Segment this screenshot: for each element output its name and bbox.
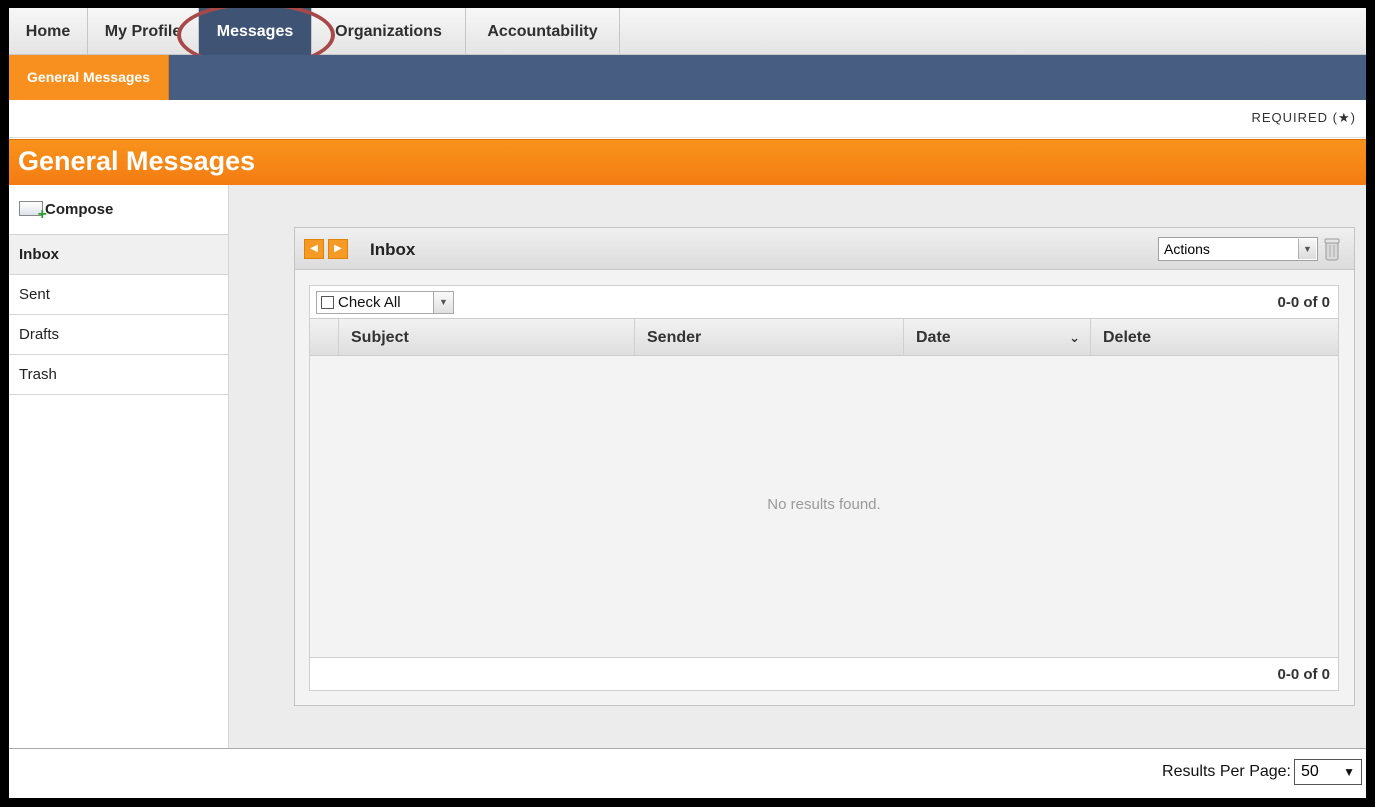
subtab-general-messages[interactable]: General Messages — [9, 55, 169, 100]
tab-organizations[interactable]: Organizations — [312, 8, 466, 55]
check-all-label: Check All — [338, 294, 401, 311]
select-column-header — [310, 319, 338, 356]
tab-messages[interactable]: Messages — [199, 8, 312, 55]
results-per-page-value: 50 — [1301, 763, 1319, 780]
tab-home[interactable]: Home — [9, 8, 88, 55]
page-title: General Messages — [18, 146, 256, 176]
compose-icon — [19, 201, 47, 223]
sidebar-item-sent[interactable]: Sent — [9, 275, 228, 315]
panel-header: ◀ ▶ Inbox Actions ▼ — [295, 228, 1354, 270]
column-delete[interactable]: Delete — [1090, 319, 1338, 356]
check-all-control[interactable]: Check All ▼ — [316, 291, 454, 314]
column-sender[interactable]: Sender — [634, 319, 903, 356]
arrow-right-icon[interactable]: ▶ — [328, 239, 348, 259]
page-title-bar: General Messages — [9, 139, 1366, 185]
chevron-down-icon[interactable]: ▼ — [433, 292, 453, 313]
results-per-page-select[interactable]: 50 ▼ — [1294, 759, 1362, 785]
results-per-page-label: Results Per Page: — [1162, 763, 1291, 780]
sidebar-item-trash[interactable]: Trash — [9, 355, 228, 395]
chevron-down-icon: ▼ — [1298, 239, 1316, 259]
compose-label: Compose — [45, 201, 114, 218]
main-content: ◀ ▶ Inbox Actions ▼ Check All ▼ 0-0 of 0… — [229, 185, 1366, 748]
checkbox-icon[interactable] — [321, 296, 334, 309]
empty-message: No results found. — [767, 496, 881, 513]
sidebar-item-inbox[interactable]: Inbox — [9, 235, 228, 275]
table-header: Subject Sender Date ⌄ Delete — [310, 318, 1338, 356]
column-subject[interactable]: Subject — [338, 319, 634, 356]
required-note: REQUIRED (★) — [1251, 110, 1356, 125]
compose-button[interactable]: Compose — [9, 185, 228, 235]
column-date-label: Date — [916, 329, 951, 346]
message-table: Check All ▼ 0-0 of 0 Subject Sender Date… — [309, 285, 1339, 691]
chevron-down-icon: ▼ — [1343, 765, 1355, 779]
tab-accountability[interactable]: Accountability — [466, 8, 620, 55]
actions-label: Actions — [1164, 241, 1210, 257]
inbox-panel: ◀ ▶ Inbox Actions ▼ Check All ▼ 0-0 of 0… — [294, 227, 1355, 706]
footer: Results Per Page: 50 ▼ — [9, 748, 1366, 798]
app-frame: Home My Profile Messages Organizations A… — [9, 8, 1366, 798]
required-row: REQUIRED (★) — [9, 100, 1366, 138]
pager-count-top: 0-0 of 0 — [1277, 294, 1330, 311]
tab-my-profile[interactable]: My Profile — [88, 8, 199, 55]
top-nav: Home My Profile Messages Organizations A… — [9, 8, 1366, 68]
table-body: No results found. — [310, 356, 1338, 658]
panel-title: Inbox — [370, 240, 416, 259]
trash-can-icon[interactable] — [1324, 237, 1340, 261]
column-date[interactable]: Date ⌄ — [903, 319, 1090, 356]
arrow-left-icon[interactable]: ◀ — [304, 239, 324, 259]
pager-count-bottom: 0-0 of 0 — [1277, 666, 1330, 683]
actions-select[interactable]: Actions ▼ — [1158, 237, 1318, 261]
sort-chevron-icon: ⌄ — [1069, 330, 1080, 345]
sidebar: Compose Inbox Sent Drafts Trash — [9, 185, 229, 748]
sub-nav: General Messages — [9, 55, 1366, 100]
sidebar-item-drafts[interactable]: Drafts — [9, 315, 228, 355]
